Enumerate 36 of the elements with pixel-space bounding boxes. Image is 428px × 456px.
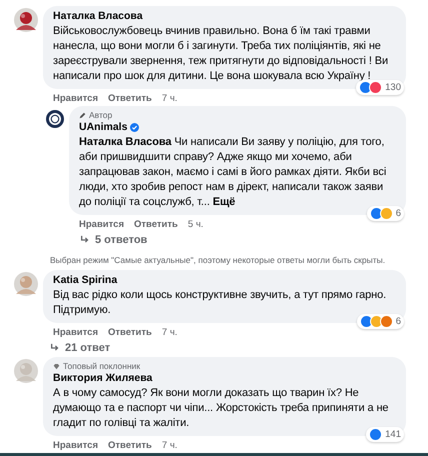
reaction-count: 6 bbox=[396, 316, 401, 327]
action-link[interactable]: Ответить bbox=[134, 218, 178, 230]
reaction-summary[interactable]: 141 bbox=[366, 427, 404, 442]
action-link[interactable]: Ответить bbox=[108, 92, 152, 104]
author-name[interactable]: Katia Spirina bbox=[53, 274, 118, 287]
author-name[interactable]: Виктория Жиляева bbox=[53, 372, 152, 385]
action-link[interactable]: Ответить bbox=[108, 440, 152, 450]
reply-arrow-icon bbox=[80, 235, 90, 245]
timestamp: 7 ч. bbox=[162, 326, 178, 338]
avatar-icon bbox=[46, 110, 64, 128]
notice-text: Выбран режим "Самые актуальные", поэтому некоторые ответы могли быть скрыты. bbox=[49, 254, 386, 267]
diamond-icon bbox=[53, 363, 60, 370]
reaction-count: 130 bbox=[385, 82, 401, 93]
view-replies-link[interactable]: 5 ответов bbox=[0, 230, 428, 246]
reaction-count: 141 bbox=[385, 429, 401, 440]
pencil-icon bbox=[79, 112, 86, 119]
action-link[interactable]: Ответить bbox=[108, 326, 152, 338]
badge-text: Автор bbox=[89, 110, 112, 121]
action-link[interactable]: Нравится bbox=[53, 440, 98, 450]
comment-text: Військовослужбовець вчинив правильно. Вона б їм такі травми нанесла, що вони могли б і загинути. Треба тих поліціянтів, які не зареєстрували звернення, теж притягнути до відповідальності ! Ви написали про шок для дитини. Це вона шокувала всю Україну ! bbox=[53, 24, 390, 83]
view-replies-link[interactable]: 21 ответ bbox=[0, 338, 428, 354]
reply-arrow-icon bbox=[50, 343, 60, 353]
reaction-count: 6 bbox=[396, 208, 401, 219]
action-link[interactable]: Нравится bbox=[53, 92, 98, 104]
timestamp: 7 ч. bbox=[162, 440, 178, 450]
see-more-link[interactable]: Ещё bbox=[212, 196, 236, 208]
reaction-summary[interactable]: 6 bbox=[356, 314, 404, 329]
reaction-summary[interactable]: 6 bbox=[366, 206, 404, 221]
badge-text: Топовый поклонник bbox=[63, 361, 140, 372]
author-name[interactable]: Наталка Власова bbox=[53, 10, 143, 23]
timestamp: 5 ч. bbox=[188, 218, 204, 230]
author-name[interactable]: UAnimals bbox=[79, 121, 128, 134]
action-link[interactable]: Нравится bbox=[79, 218, 124, 230]
timestamp: 7 ч. bbox=[162, 92, 178, 104]
action-link[interactable]: Нравится bbox=[53, 326, 98, 338]
reaction-summary[interactable]: 130 bbox=[356, 80, 404, 95]
